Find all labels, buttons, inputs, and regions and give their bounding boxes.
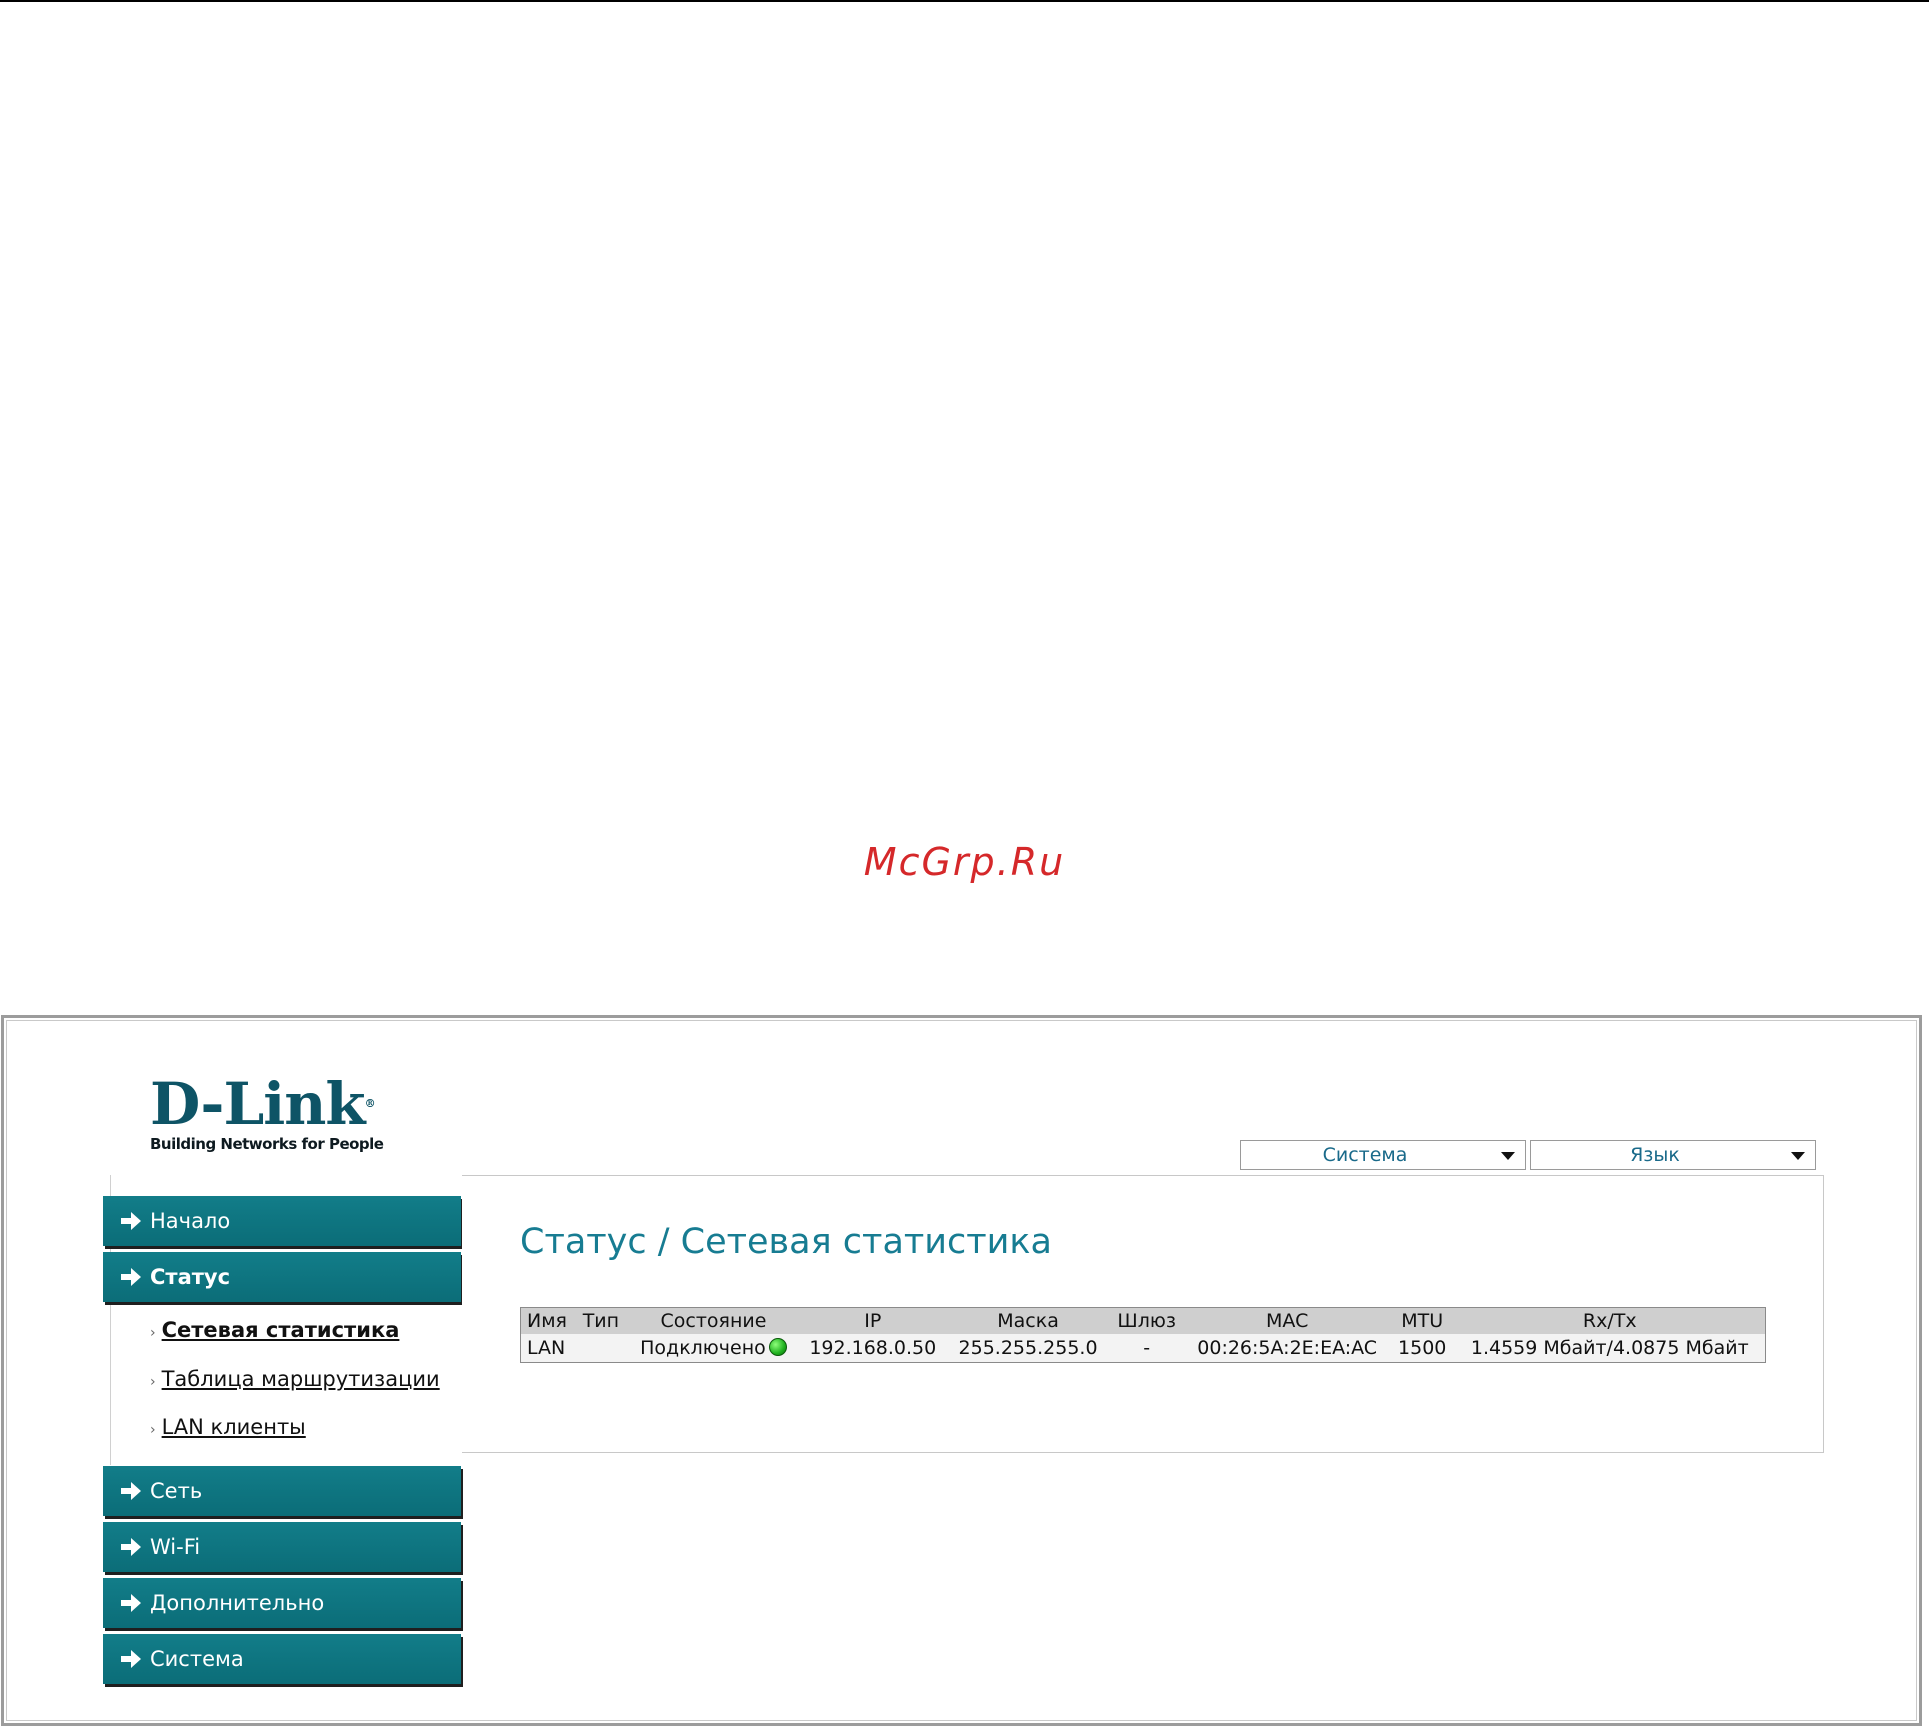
column-header: Маска [947,1307,1109,1334]
sidebar-item-advanced[interactable]: Дополнительно [103,1578,461,1628]
cell-mac: 00:26:5A:2E:EA:AC [1184,1334,1390,1363]
cell-mtu: 1500 [1389,1334,1455,1363]
cell-state: Подключено [628,1334,799,1363]
column-header: MAC [1184,1307,1390,1334]
chevron-down-icon [1501,1152,1515,1160]
sidebar-item-label: Wi-Fi [150,1535,201,1559]
arrow-right-icon [121,1650,141,1668]
system-dropdown-label: Система [1322,1144,1408,1166]
submenu-network-stats[interactable]: › Сетевая статистика [150,1318,399,1342]
column-header: Шлюз [1108,1307,1185,1334]
arrow-right-icon [121,1538,141,1556]
arrow-right-icon [121,1594,141,1612]
sidebar-item-system[interactable]: Система [103,1634,461,1684]
sidebar-item-label: Статус [150,1265,231,1289]
sidebar-item-network[interactable]: Сеть [103,1466,461,1516]
state-text: Подключено [640,1337,766,1359]
bullet-icon: › [150,1422,156,1438]
table-row[interactable]: LAN Подключено 192.168.0.50 255.255.255.… [520,1334,1766,1363]
top-rule [0,0,1929,2]
language-dropdown[interactable]: Язык [1530,1140,1816,1170]
column-header: Имя [520,1307,577,1334]
submenu-lan-clients[interactable]: › LAN клиенты [150,1415,306,1439]
cell-type [576,1334,629,1363]
arrow-right-icon [121,1268,141,1286]
cell-ip: 192.168.0.50 [798,1334,948,1363]
cell-mask: 255.255.255.0 [947,1334,1109,1363]
page-title: Статус / Сетевая статистика [520,1222,1052,1262]
cell-name: LAN [520,1334,577,1363]
sidebar-item-label: Сеть [150,1479,203,1503]
column-header: MTU [1389,1307,1455,1334]
logo-tagline: Building Networks for People [150,1135,384,1153]
watermark: McGrp.Ru [863,840,1066,884]
network-stats-table: Имя Тип Состояние IP Маска Шлюз MAC MTU … [520,1307,1766,1363]
cell-gateway: - [1108,1334,1185,1363]
arrow-right-icon [121,1482,141,1500]
system-dropdown[interactable]: Система [1240,1140,1526,1170]
cell-rxtx: 1.4559 Мбайт/4.0875 Мбайт [1454,1334,1766,1363]
sidebar-item-home[interactable]: Начало [103,1196,461,1246]
logo-wordmark: D-Link® [150,1070,376,1138]
bullet-icon: › [150,1374,156,1390]
sidebar-item-label: Дополнительно [150,1591,325,1615]
sidebar-item-label: Система [150,1647,244,1671]
column-header: Тип [576,1307,629,1334]
dlink-logo: D-Link® Building Networks for People [150,1075,390,1155]
column-header: Состояние [628,1307,799,1334]
table-header-row: Имя Тип Состояние IP Маска Шлюз MAC MTU … [520,1307,1766,1334]
arrow-right-icon [121,1212,141,1230]
column-header: Rx/Tx [1454,1307,1766,1334]
bullet-icon: › [150,1325,156,1341]
submenu-routing-table[interactable]: › Таблица маршрутизации [150,1367,440,1391]
column-header: IP [798,1307,948,1334]
sidebar-item-label: Начало [150,1209,231,1233]
sidebar-item-wifi[interactable]: Wi-Fi [103,1522,461,1572]
language-dropdown-label: Язык [1630,1144,1680,1166]
sidebar-item-status[interactable]: Статус [103,1252,461,1302]
status-led-icon [768,1338,787,1356]
chevron-down-icon [1791,1152,1805,1160]
